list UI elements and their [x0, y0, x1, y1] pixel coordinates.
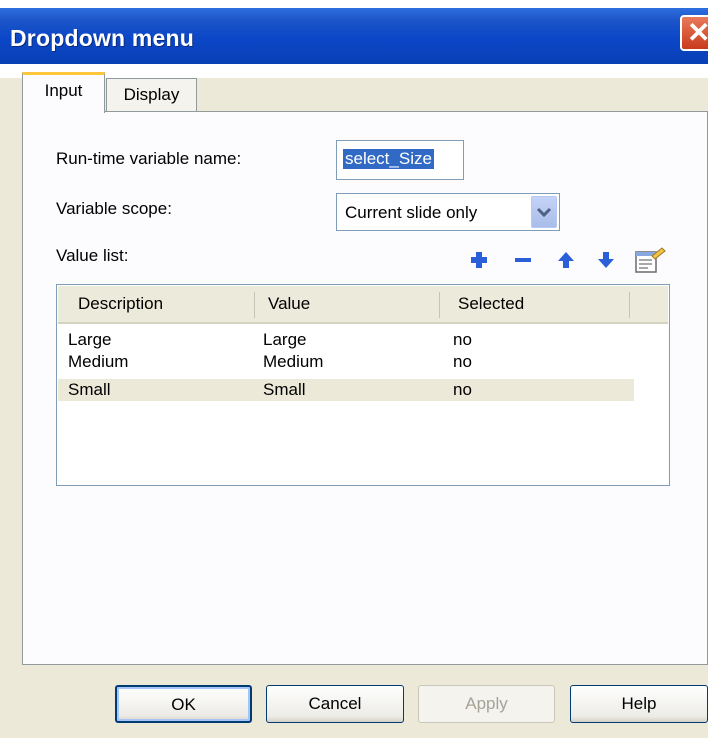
tab-display-label: Display	[123, 85, 180, 104]
window-title: Dropdown menu	[10, 25, 195, 51]
title-bar-background[interactable]: Dropdown menu	[0, 8, 708, 64]
row-selected: no	[453, 352, 472, 371]
column-divider[interactable]	[254, 292, 255, 318]
table-row-selected[interactable]: Small Small no	[58, 379, 634, 401]
row-description: Small	[68, 380, 111, 399]
close-icon: ✕	[687, 17, 708, 48]
runtime-variable-label: Run-time variable name:	[56, 149, 242, 168]
row-value: Large	[263, 330, 307, 349]
row-value: Small	[263, 380, 306, 399]
properties-icon[interactable]	[634, 246, 666, 274]
move-down-icon[interactable]	[594, 248, 618, 272]
apply-button[interactable]: Apply	[418, 685, 555, 723]
ok-button[interactable]: OK	[115, 685, 252, 723]
variable-scope-select[interactable]: Current slide only	[336, 193, 560, 231]
help-button[interactable]: Help	[570, 685, 708, 723]
add-icon[interactable]	[467, 248, 491, 272]
dropdown-arrow-button[interactable]	[531, 196, 557, 228]
table-row[interactable]: Medium Medium no	[58, 351, 634, 373]
variable-scope-value: Current slide only	[345, 203, 478, 222]
chevron-down-icon	[536, 207, 552, 218]
remove-icon[interactable]	[511, 248, 535, 272]
table-row[interactable]: Large Large no	[58, 329, 634, 351]
column-divider[interactable]	[629, 292, 630, 318]
close-button[interactable]: ✕	[680, 15, 708, 51]
value-list-table[interactable]: Description Value Selected Large Large n…	[56, 284, 670, 486]
runtime-variable-input[interactable]: select_Size	[336, 140, 464, 180]
row-value: Medium	[263, 352, 324, 371]
table-header: Description Value Selected	[58, 286, 668, 324]
value-list-label: Value list:	[56, 246, 129, 265]
cancel-button[interactable]: Cancel	[266, 685, 404, 723]
title-bar: Dropdown menu ✕	[0, 0, 708, 78]
tab-display[interactable]: Display	[106, 78, 197, 114]
row-description: Large	[68, 330, 112, 349]
row-selected: no	[453, 330, 472, 349]
tab-input-label: Input	[44, 81, 83, 100]
column-divider[interactable]	[439, 292, 440, 318]
column-header-value[interactable]: Value	[268, 294, 310, 314]
row-selected: no	[453, 380, 472, 399]
row-description: Medium	[68, 352, 129, 371]
variable-scope-label: Variable scope:	[56, 199, 172, 218]
tab-input[interactable]: Input	[22, 72, 105, 113]
runtime-variable-value: select_Size	[343, 149, 434, 169]
move-up-icon[interactable]	[554, 248, 578, 272]
column-header-description[interactable]: Description	[78, 294, 163, 314]
column-header-selected[interactable]: Selected	[458, 294, 524, 314]
